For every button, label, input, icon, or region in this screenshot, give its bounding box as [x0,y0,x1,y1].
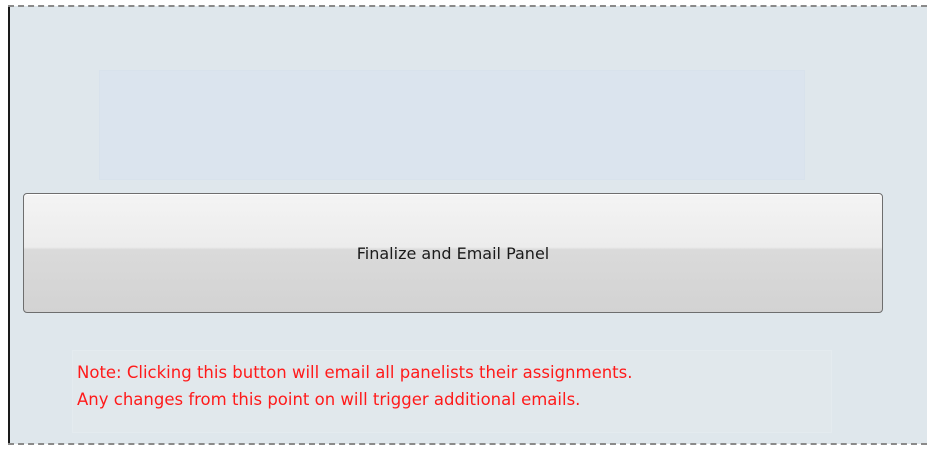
note-line-1: Note: Clicking this button will email al… [77,363,633,382]
finalize-and-email-panel-button[interactable]: Finalize and Email Panel [23,193,883,313]
panel-bottom-dashed-border [8,443,927,445]
email-warning-note: Note: Clicking this button will email al… [72,350,832,433]
page-frame: Finalize and Email Panel Note: Clicking … [0,0,927,449]
empty-content-area [99,70,805,180]
panel-top-dashed-border [8,5,927,7]
note-line-2: Any changes from this point on will trig… [77,390,581,409]
